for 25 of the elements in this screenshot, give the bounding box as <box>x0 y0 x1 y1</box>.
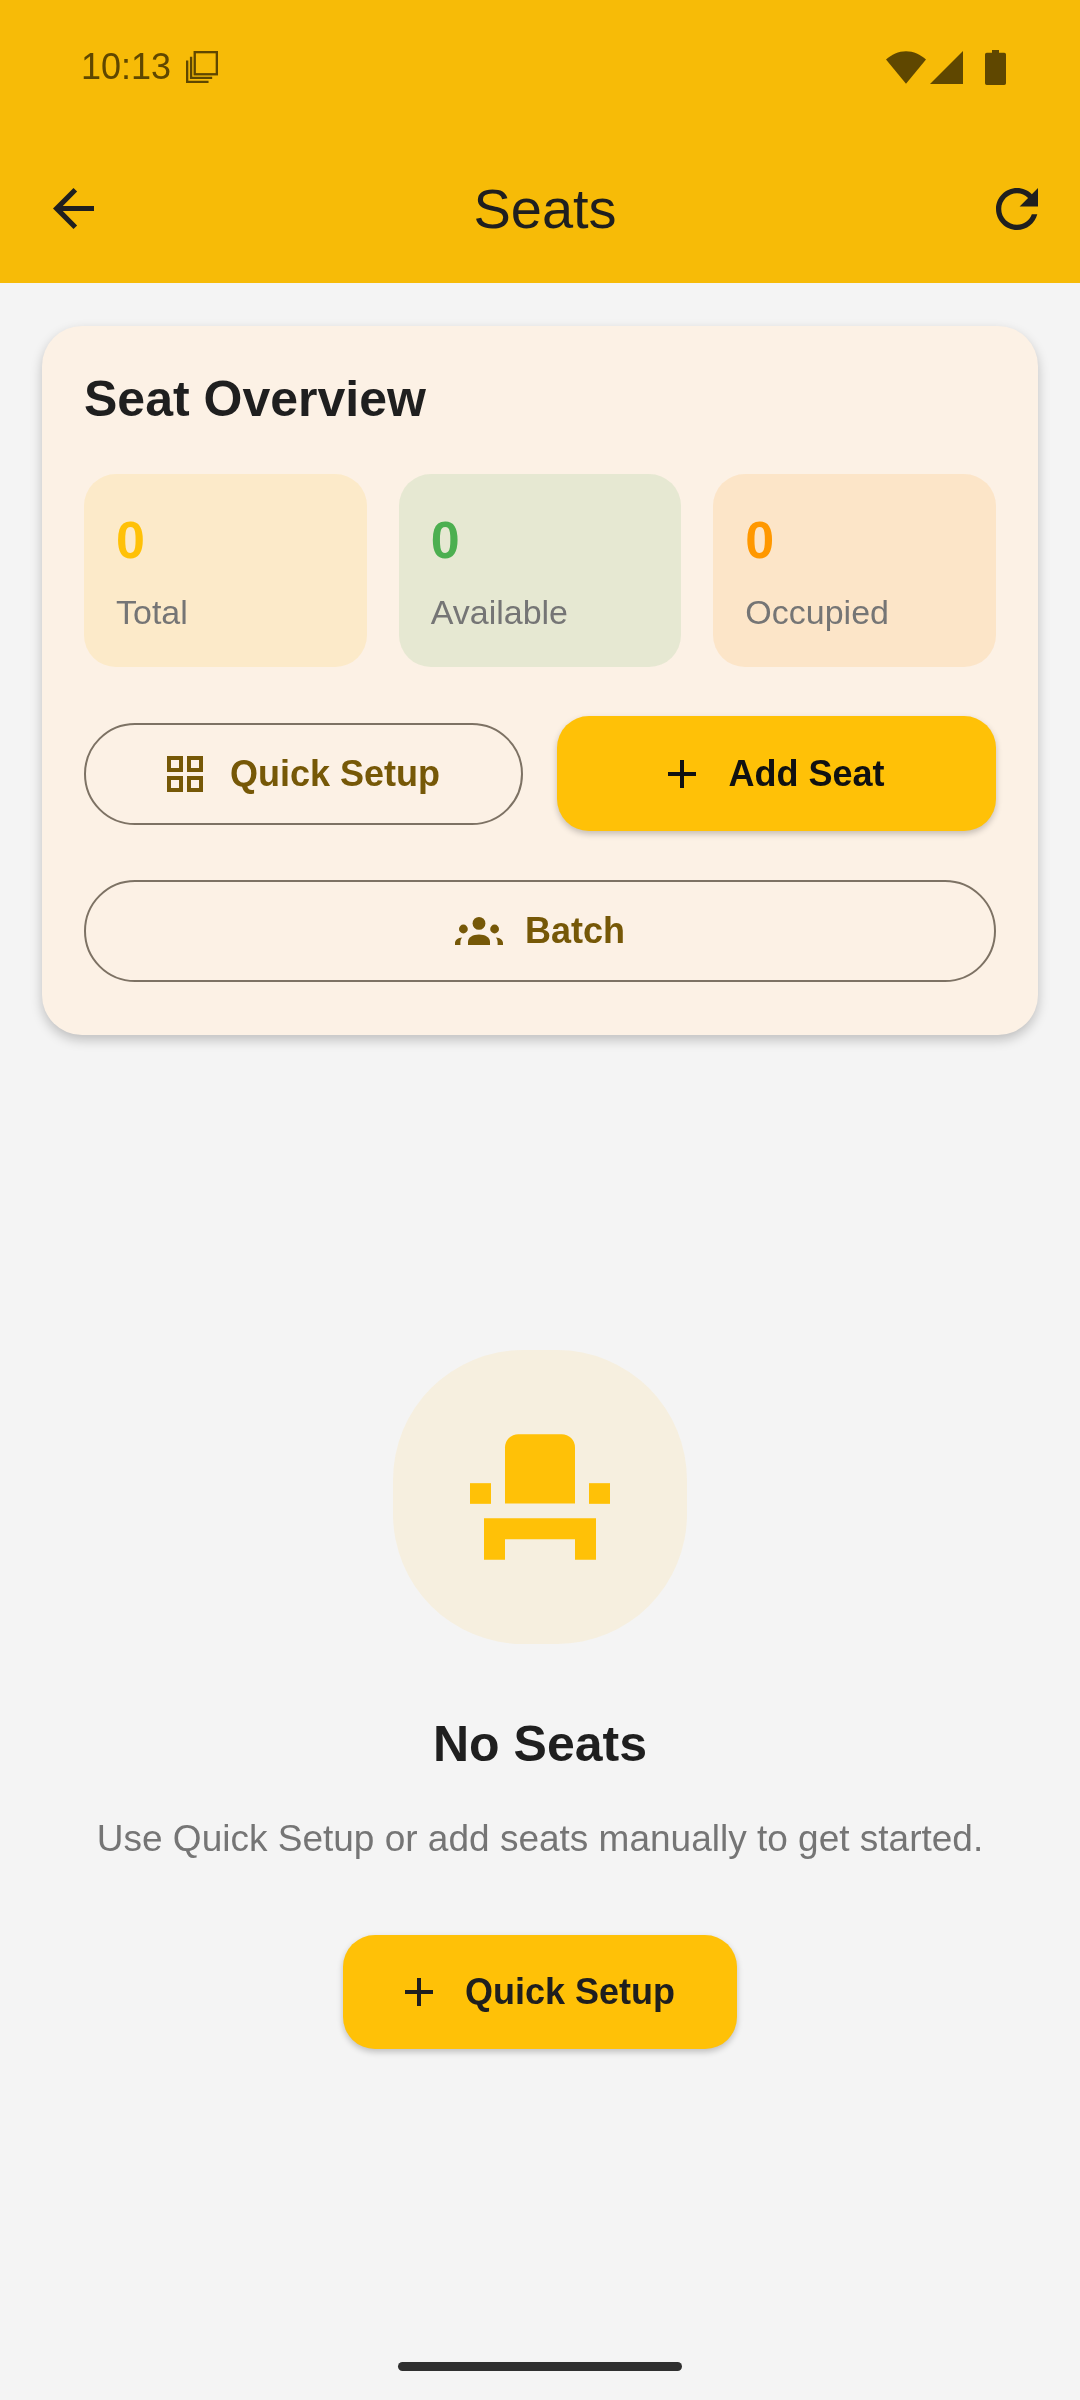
wifi-icon <box>886 50 926 84</box>
stat-label: Total <box>116 592 188 632</box>
signal-icon <box>930 50 963 84</box>
card-title: Seat Overview <box>84 370 426 429</box>
group-icon <box>455 917 503 945</box>
empty-message: Use Quick Setup or add seats manually to get started. <box>96 1817 984 1861</box>
stat-label: Occupied <box>745 592 889 632</box>
status-time: 10:13 <box>81 47 172 87</box>
stat-value: 0 <box>116 510 145 570</box>
battery-icon <box>985 49 1006 85</box>
batch-button[interactable]: Batch <box>84 880 996 982</box>
refresh-icon[interactable] <box>996 187 1038 230</box>
copy-icon <box>186 51 219 83</box>
page-title: Seats <box>473 176 617 241</box>
empty-title: No Seats <box>433 1715 647 1774</box>
plus-icon <box>668 759 697 788</box>
add-seat-button[interactable]: Add Seat <box>557 716 996 831</box>
quick-setup-button[interactable]: Quick Setup <box>84 722 523 825</box>
plus-icon <box>404 1978 433 2006</box>
back-arrow-icon[interactable] <box>53 188 94 229</box>
grid-icon <box>166 755 203 792</box>
quick-setup-button[interactable]: Quick Setup <box>343 1935 737 2049</box>
stat-label: Available <box>430 592 569 632</box>
stat-value: 0 <box>745 510 775 570</box>
stat-value: 0 <box>430 510 460 570</box>
